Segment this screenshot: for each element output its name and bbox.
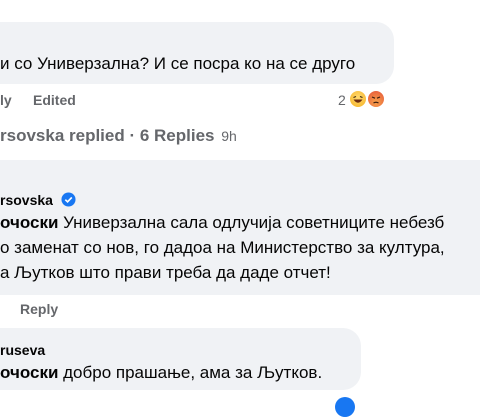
comment-text: и со Универзална? И се посра ко на се др… bbox=[0, 54, 356, 73]
edited-label: Edited bbox=[33, 92, 76, 108]
view-replies-link[interactable]: rsovska replied · 6 Replies 9h bbox=[0, 126, 237, 146]
reply-text: очоски добро прашање, ама за Љутков. bbox=[0, 363, 323, 382]
verified-badge-icon bbox=[61, 192, 76, 207]
angry-emoji-icon bbox=[366, 89, 386, 109]
reply-text-line-2: о заменат со нов, го дадоа на Министерст… bbox=[0, 238, 445, 257]
reply-link[interactable]: Reply bbox=[20, 301, 58, 317]
reply-text-line-3: а Љутков што прави треба да даде отчет! bbox=[0, 263, 331, 282]
mention-tag[interactable]: очоски bbox=[0, 213, 58, 232]
reply-author[interactable]: rsovska bbox=[0, 192, 53, 208]
reactions-summary[interactable]: 2 bbox=[338, 89, 394, 111]
reply-link[interactable]: ly bbox=[0, 92, 12, 108]
replies-summary-text: rsovska replied · 6 Replies bbox=[0, 126, 215, 145]
reply-text-line-1: очоски Универзална сала одлучија советни… bbox=[0, 213, 445, 232]
reaction-count: 2 bbox=[338, 92, 346, 108]
replies-summary-time: 9h bbox=[221, 128, 237, 144]
reply-author[interactable]: ruseva bbox=[0, 342, 45, 358]
haha-emoji-icon bbox=[348, 89, 368, 109]
blue-circle-icon[interactable] bbox=[335, 397, 355, 417]
mention-tag[interactable]: очоски bbox=[0, 363, 58, 382]
